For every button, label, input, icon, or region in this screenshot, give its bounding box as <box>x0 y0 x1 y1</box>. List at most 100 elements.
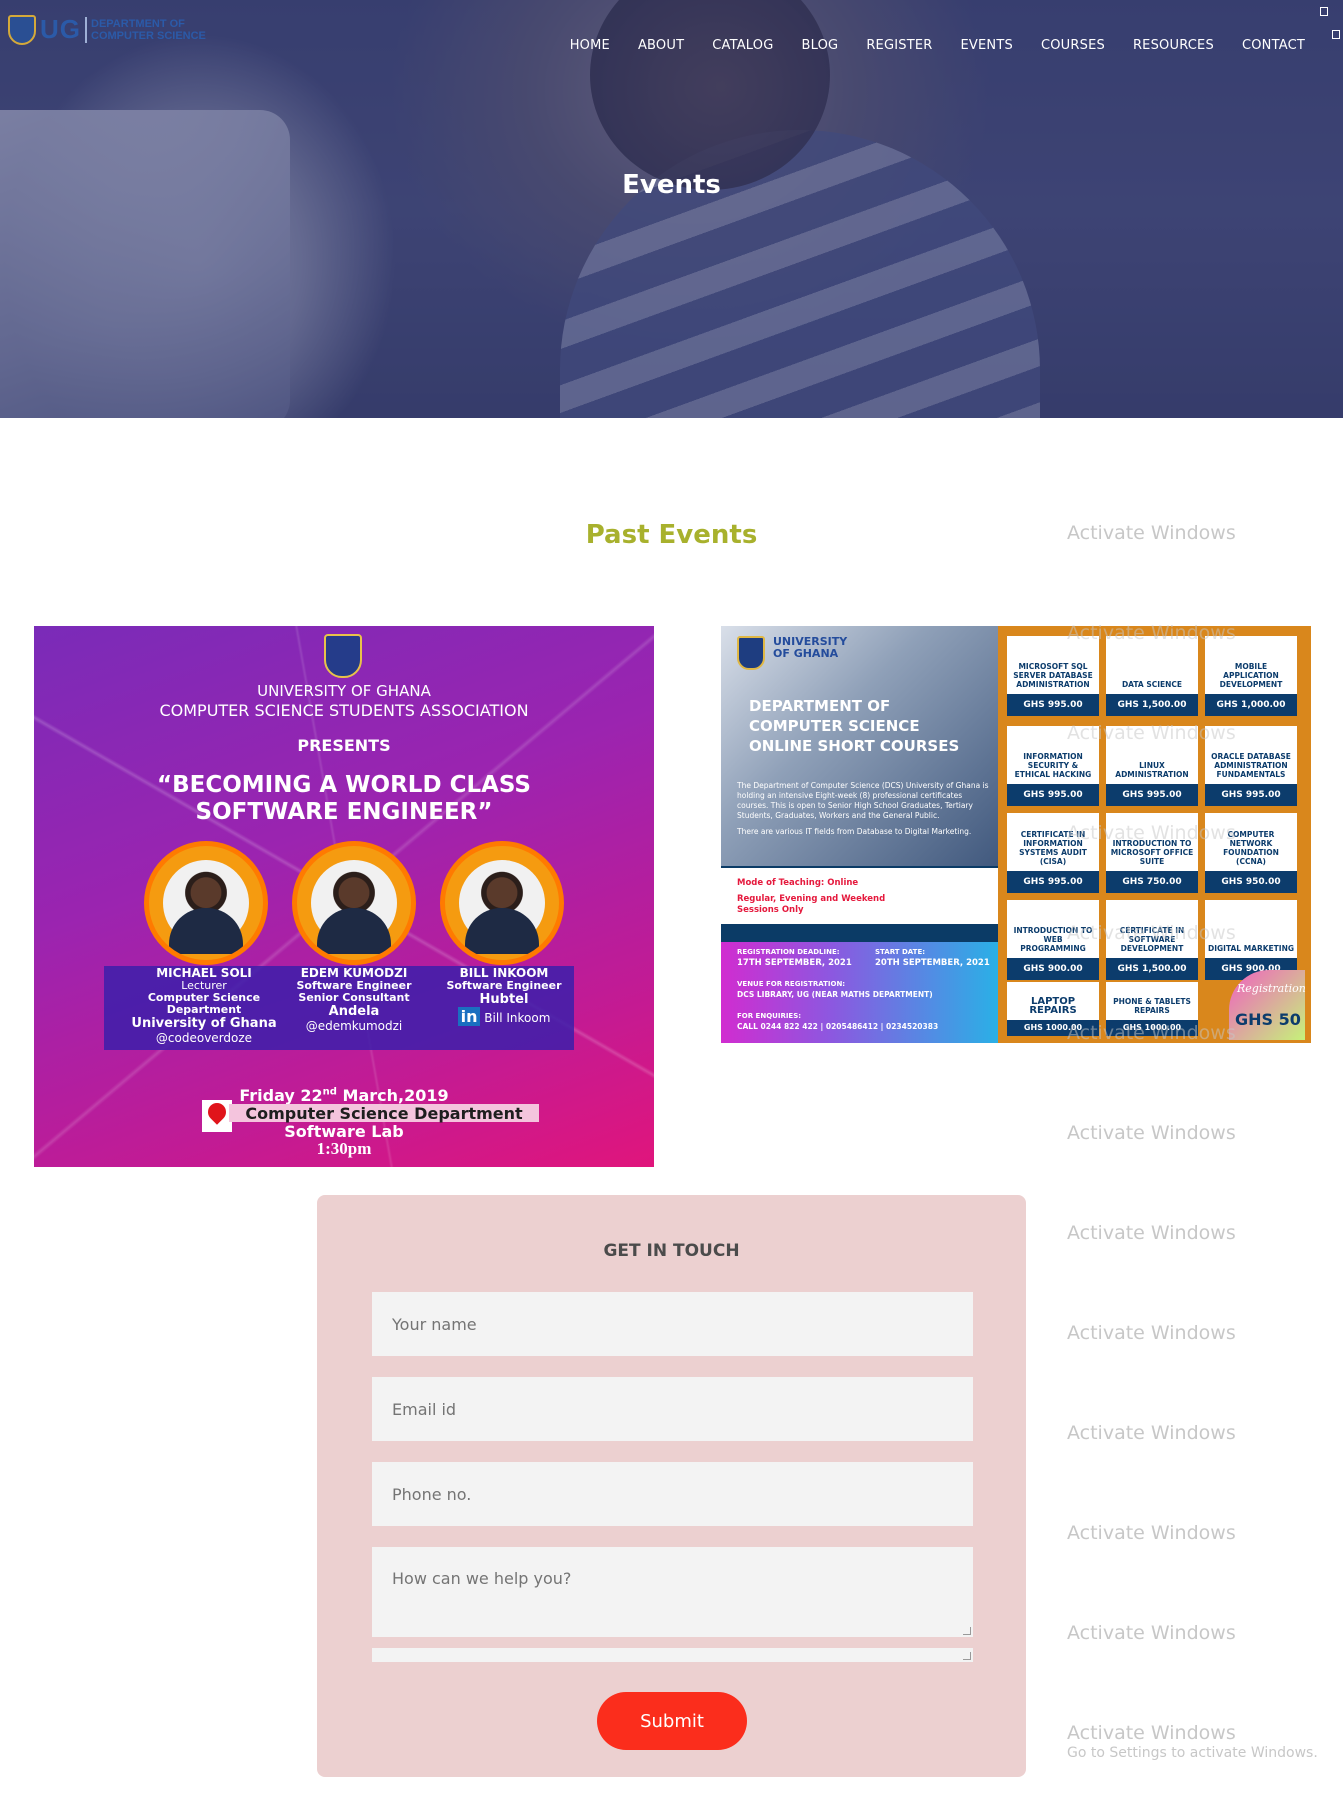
speaker-org: Andela <box>328 1004 380 1019</box>
logo-dept: DEPARTMENT OF COMPUTER SCIENCE <box>91 18 206 42</box>
course-price: GHS 995.00 <box>1007 871 1099 893</box>
speaker-photo <box>144 841 268 965</box>
course-name: LAPTOP REPAIRS <box>1007 982 1099 1020</box>
poster-venue: Computer Science Department <box>229 1104 539 1123</box>
os-watermark: Activate Windows <box>1067 822 1236 844</box>
nav-contact[interactable]: CONTACT <box>1228 38 1319 53</box>
window-control-icon[interactable] <box>1320 7 1328 16</box>
message-textarea[interactable] <box>372 1547 973 1637</box>
speaker-handle: in Bill Inkoom <box>424 1007 584 1026</box>
ug-crest-icon <box>324 634 362 678</box>
os-watermark: Activate Windows <box>1067 922 1236 944</box>
os-watermark: Activate Windows <box>1067 1022 1236 1044</box>
poster2-desc2: There are various IT fields from Databas… <box>737 827 972 836</box>
os-watermark: Activate Windows <box>1067 1222 1236 1244</box>
speaker-name: BILL INKOOM <box>459 966 549 980</box>
speaker-name: MICHAEL SOLI <box>156 966 252 980</box>
resize-handle-icon[interactable] <box>963 1627 971 1635</box>
poster2-mode: Mode of Teaching: Online Regular, Evenin… <box>721 868 998 924</box>
submit-button[interactable]: Submit <box>597 1692 747 1750</box>
venue: DCS LIBRARY, UG (NEAR MATHS DEPARTMENT) <box>737 990 933 999</box>
course-name: DATA SCIENCE <box>1106 636 1198 694</box>
course-price: GHS 950.00 <box>1205 871 1297 893</box>
poster-title: “BECOMING A WORLD CLASS SOFTWARE ENGINEE… <box>34 772 654 826</box>
poster2-university: UNIVERSITY OF GHANA <box>773 636 847 660</box>
window-control-icon[interactable] <box>1332 30 1340 39</box>
course-price: GHS 900.00 <box>1007 958 1099 980</box>
contact-form-card: GET IN TOUCH Submit <box>317 1195 1026 1777</box>
resize-handle-icon[interactable] <box>963 1652 971 1660</box>
poster-date-prefix: Friday 22 <box>239 1086 323 1105</box>
speaker-info: EDEM KUMODZI Software Engineer Senior Co… <box>274 966 434 1033</box>
phone-input[interactable] <box>372 1462 973 1526</box>
speaker-handle-text: Bill Inkoom <box>484 1011 551 1025</box>
event-poster-software-engineer[interactable]: UNIVERSITY OF GHANA COMPUTER SCIENCE STU… <box>34 626 654 1167</box>
reg-deadline-label: REGISTRATION DEADLINE: <box>737 948 840 956</box>
poster2-dept-line1: DEPARTMENT OF <box>749 697 891 715</box>
poster-date-month: March,2019 <box>336 1086 449 1105</box>
nav-home[interactable]: HOME <box>556 38 624 53</box>
name-input[interactable] <box>372 1292 973 1356</box>
reg-fee: GHS 50 <box>1235 1010 1301 1029</box>
nav-register[interactable]: REGISTER <box>852 38 946 53</box>
poster2-desc: The Department of Computer Science (DCS)… <box>737 781 989 820</box>
start-date: 20TH SEPTEMBER, 2021 <box>875 958 990 968</box>
email-input[interactable] <box>372 1377 973 1441</box>
poster-date: Friday 22nd March,2019 <box>34 1086 654 1105</box>
registration-fee-badge: Registration GHS 50 <box>1229 970 1306 1040</box>
nav-catalog[interactable]: CATALOG <box>698 38 787 53</box>
speaker-role: Software Engineer <box>446 979 562 992</box>
hero-banner: UG DEPARTMENT OF COMPUTER SCIENCE HOME A… <box>0 0 1343 418</box>
form-title: GET IN TOUCH <box>603 1241 740 1261</box>
logo-divider <box>85 16 87 43</box>
course-card: MOBILE APPLICATION DEVELOPMENT GHS 1,000.… <box>1205 636 1297 722</box>
speaker-info: BILL INKOOM Software Engineer Hubtel in … <box>424 966 584 1026</box>
course-price: GHS 1,500.00 <box>1106 958 1198 980</box>
poster-presents: PRESENTS <box>297 736 391 755</box>
nav-resources[interactable]: RESOURCES <box>1119 38 1228 53</box>
course-price: GHS 750.00 <box>1106 871 1198 893</box>
speaker-role: Computer Science Department <box>147 991 261 1016</box>
reg-deadline: 17TH SEPTEMBER, 2021 <box>737 958 852 968</box>
poster2-sessions: Regular, Evening and Weekend <box>737 894 886 904</box>
course-price: GHS 995.00 <box>1007 784 1099 806</box>
poster2-dept-line2: COMPUTER SCIENCE <box>749 717 920 735</box>
course-card: MICROSOFT SQL SERVER DATABASE ADMINISTRA… <box>1007 636 1099 722</box>
speaker-name: EDEM KUMODZI <box>300 966 408 980</box>
course-name: PHONE & TABLETS REPAIRS <box>1106 982 1198 1020</box>
site-logo[interactable]: UG DEPARTMENT OF COMPUTER SCIENCE <box>8 14 206 45</box>
course-price: GHS 995.00 <box>1007 694 1099 716</box>
nav-blog[interactable]: BLOG <box>788 38 853 53</box>
logo-dept-line2: COMPUTER SCIENCE <box>91 29 206 42</box>
extra-field[interactable] <box>372 1648 973 1662</box>
poster-date-suffix: nd <box>322 1086 337 1098</box>
speaker-handle: @edemkumodzi <box>305 1019 403 1033</box>
ug-crest-icon <box>737 636 765 670</box>
poster2-uni-line2: OF GHANA <box>773 647 839 660</box>
os-watermark: Activate Windows <box>1067 1322 1236 1344</box>
poster-university: UNIVERSITY OF GHANA <box>257 682 431 700</box>
poster2-registration-info: REGISTRATION DEADLINE: 17TH SEPTEMBER, 2… <box>721 942 998 1043</box>
logo-dept-line1: DEPARTMENT OF <box>91 17 185 30</box>
main-nav: HOME ABOUT CATALOG BLOG REGISTER EVENTS … <box>556 38 1319 53</box>
course-price: GHS 995.00 <box>1106 784 1198 806</box>
os-watermark-sub: Go to Settings to activate Windows. <box>1067 1745 1318 1761</box>
course-price: GHS 1,500.00 <box>1106 694 1198 716</box>
enquiries: CALL 0244 822 422 | 0205486412 | 0234520… <box>737 1022 939 1031</box>
speaker-photo <box>292 841 416 965</box>
speaker-org: Hubtel <box>479 992 529 1007</box>
ug-crest-icon <box>8 14 36 45</box>
hero-overlay <box>0 0 1343 418</box>
os-watermark: Activate Windows <box>1067 1622 1236 1644</box>
nav-events[interactable]: EVENTS <box>947 38 1027 53</box>
speaker-info: MICHAEL SOLI Lecturer Computer Science D… <box>124 966 284 1045</box>
logo-abbr: UG <box>40 14 81 44</box>
os-watermark: Activate Windows <box>1067 1122 1236 1144</box>
poster-title-line1: “BECOMING A WORLD CLASS <box>157 772 531 798</box>
course-price: GHS 1,000.00 <box>1205 694 1297 716</box>
nav-about[interactable]: ABOUT <box>624 38 698 53</box>
poster2-dept: DEPARTMENT OF COMPUTER SCIENCE ONLINE SH… <box>749 696 959 756</box>
poster2-dept-line3: ONLINE SHORT COURSES <box>749 737 960 755</box>
os-watermark: Activate Windows <box>1067 1722 1236 1744</box>
nav-courses[interactable]: COURSES <box>1027 38 1119 53</box>
